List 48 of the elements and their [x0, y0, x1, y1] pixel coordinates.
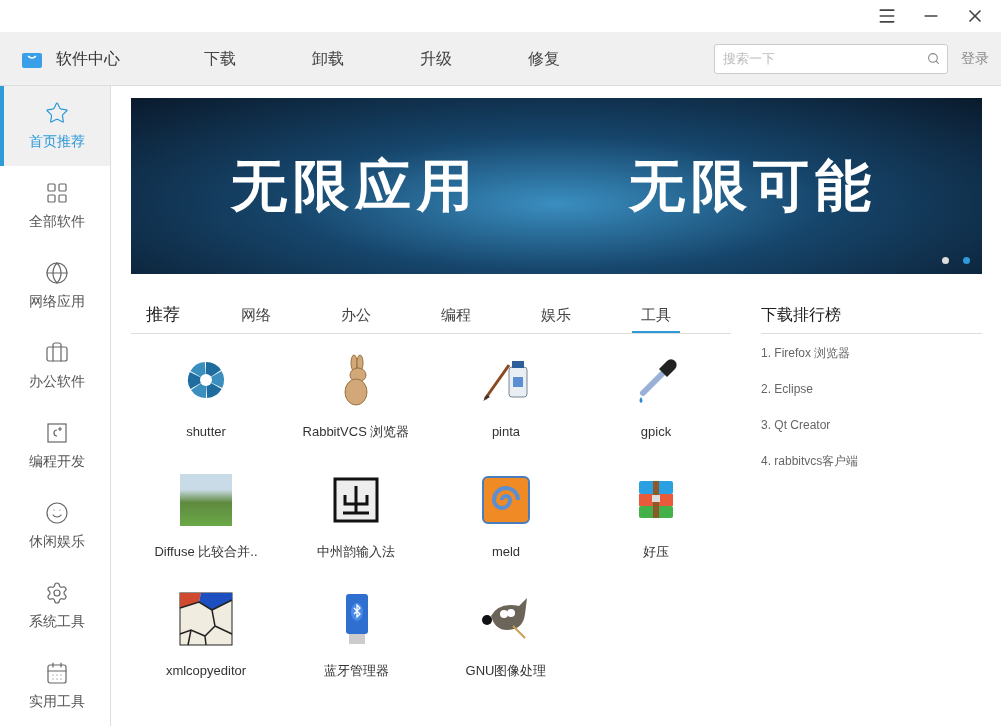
- app-name[interactable]: 好压: [643, 541, 669, 561]
- ranking-item[interactable]: 3. Qt Creator: [761, 416, 982, 434]
- nav-button[interactable]: 修复: [490, 46, 598, 71]
- sidebar-item[interactable]: 系统工具: [0, 566, 110, 646]
- grid-icon: [45, 180, 69, 205]
- ranking-item[interactable]: 2. Eclipse: [761, 380, 982, 398]
- app-name[interactable]: meld: [491, 541, 521, 561]
- app-name[interactable]: gpick: [640, 422, 672, 442]
- polygon-mosaic-icon: [179, 592, 233, 646]
- ranking-item[interactable]: 1. Firefox 浏览器: [761, 344, 982, 362]
- banner-headline: 无限可能: [629, 153, 877, 219]
- sidebar-item[interactable]: 编程开发: [0, 406, 110, 486]
- nav-button[interactable]: 下载: [166, 46, 274, 71]
- app-name[interactable]: Diffuse 比较合并..: [154, 541, 258, 561]
- menu-icon[interactable]: [877, 6, 897, 26]
- sidebar-item[interactable]: 休闲娱乐: [0, 486, 110, 566]
- app-name[interactable]: RabbitVCS 浏览器: [302, 422, 410, 442]
- sidebar-item[interactable]: 全部软件: [0, 166, 110, 246]
- calendar-icon: [45, 660, 69, 685]
- gear-icon: [45, 580, 69, 605]
- ranking-item[interactable]: 4. rabbitvcs客户端: [761, 452, 982, 470]
- sidebar-item[interactable]: 办公软件: [0, 326, 110, 406]
- briefcase-icon: [45, 340, 69, 365]
- app-title: 软件中心: [56, 48, 121, 69]
- category-tab[interactable]: 娱乐: [532, 299, 580, 333]
- ranking-title: 下载排行榜: [761, 300, 982, 334]
- app-name[interactable]: pinta: [491, 422, 521, 442]
- photo-placeholder: [180, 473, 232, 526]
- nav-button[interactable]: 卸载: [274, 46, 382, 71]
- category-tab[interactable]: 工具: [632, 299, 680, 333]
- banner-headline: 无限应用: [231, 153, 479, 219]
- smile-icon: [45, 500, 69, 525]
- star-icon: [45, 100, 69, 125]
- category-tab[interactable]: 网络: [232, 299, 280, 333]
- code-file-icon: [45, 420, 69, 445]
- sidebar-item[interactable]: 网络应用: [0, 246, 110, 326]
- category-tab[interactable]: 办公: [332, 299, 380, 333]
- app-name[interactable]: 中州韵输入法: [317, 541, 395, 561]
- category-tab[interactable]: 编程: [432, 299, 480, 333]
- nav-button[interactable]: 升级: [382, 46, 490, 71]
- recommended-tab[interactable]: 推荐: [146, 299, 180, 333]
- sidebar-item[interactable]: 实用工具: [0, 646, 110, 726]
- app-name[interactable]: xmlcopyeditor: [165, 661, 247, 681]
- app-name[interactable]: GNU图像处理: [465, 661, 547, 681]
- app-name[interactable]: 蓝牙管理器: [323, 661, 389, 681]
- globe-icon: [45, 260, 69, 285]
- app-name[interactable]: shutter: [186, 422, 226, 442]
- search-icon[interactable]: [927, 51, 940, 65]
